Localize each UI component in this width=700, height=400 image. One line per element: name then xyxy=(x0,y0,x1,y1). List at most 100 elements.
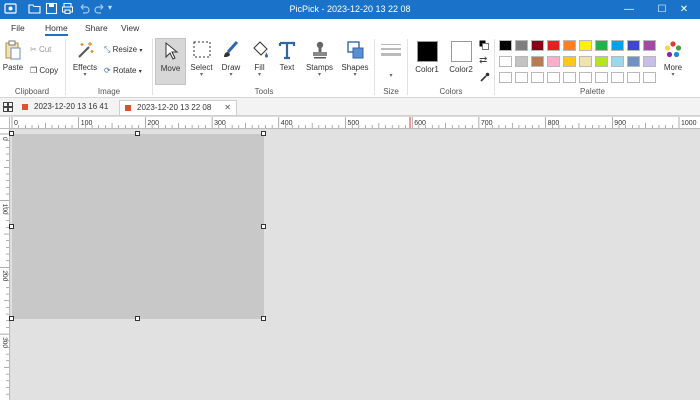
title-bar: ▾ PicPick - 2023-12-20 13 22 08 — ☐ ✕ xyxy=(0,0,700,19)
document-tab-title: 2023-12-20 13 16 41 xyxy=(34,102,109,111)
horizontal-ruler-ticks: 0 100 200 300 400 500 600 700 800 900 1000 xyxy=(11,117,697,128)
cursor-arrow-icon xyxy=(165,41,178,60)
paste-button[interactable]: Paste xyxy=(2,40,24,72)
ruler-label: 600 xyxy=(414,120,426,127)
palette-swatch[interactable] xyxy=(595,40,608,51)
document-tab[interactable]: 2023-12-20 13 16 41 xyxy=(17,100,119,115)
palette-swatch[interactable] xyxy=(547,40,560,51)
palette-swatch[interactable] xyxy=(643,40,656,51)
resize-icon: ⤡ xyxy=(104,45,111,54)
image-canvas[interactable] xyxy=(12,134,264,319)
tab-home[interactable]: Home xyxy=(45,23,68,36)
scissors-icon: ✂ xyxy=(30,45,37,54)
palette-swatch[interactable] xyxy=(563,40,576,51)
palette-swatch[interactable] xyxy=(499,40,512,51)
grid-view-icon[interactable] xyxy=(3,102,13,112)
palette-swatch[interactable] xyxy=(531,56,544,67)
palette-swatch[interactable] xyxy=(547,72,560,83)
ruler-label: 500 xyxy=(348,120,360,127)
resize-button[interactable]: ⤡ Resize ▾ xyxy=(104,45,142,55)
palette-swatch[interactable] xyxy=(611,56,624,67)
resize-handle[interactable] xyxy=(261,316,266,321)
palette-swatch[interactable] xyxy=(579,72,592,83)
palette-swatch[interactable] xyxy=(611,40,624,51)
ribbon: Paste ✂ Cut ❐ Copy Clipboard Effects ▾ ⤡… xyxy=(0,36,700,98)
chevron-down-icon: ▾ xyxy=(257,72,261,78)
palette-swatch[interactable] xyxy=(643,56,656,67)
draw-tool-button[interactable]: Draw ▾ xyxy=(217,40,245,78)
size-button[interactable]: ▾ xyxy=(378,42,404,79)
group-label-image: Image xyxy=(97,87,121,96)
resize-handle[interactable] xyxy=(135,131,140,136)
minimize-icon[interactable]: — xyxy=(613,0,645,19)
chevron-down-icon: ▾ xyxy=(317,72,321,78)
tab-share[interactable]: Share xyxy=(85,23,108,33)
tab-file[interactable]: File xyxy=(11,23,25,33)
shapes-icon xyxy=(347,41,364,59)
palette-swatch[interactable] xyxy=(547,56,560,67)
rotate-button[interactable]: ⟳ Rotate ▾ xyxy=(104,66,142,75)
ruler-label: 0 xyxy=(1,137,8,141)
palette-swatch[interactable] xyxy=(531,40,544,51)
palette-swatch[interactable] xyxy=(595,56,608,67)
resize-handle[interactable] xyxy=(9,223,14,229)
window-title: PicPick - 2023-12-20 13 22 08 xyxy=(289,4,411,14)
cut-button[interactable]: ✂ Cut xyxy=(30,45,51,54)
resize-handle[interactable] xyxy=(261,131,266,136)
tab-view[interactable]: View xyxy=(121,23,139,33)
palette-swatch[interactable] xyxy=(627,56,640,67)
ruler-label: 800 xyxy=(548,120,560,127)
palette-swatch[interactable] xyxy=(611,72,624,83)
more-colors-button[interactable]: More ▾ xyxy=(658,40,688,78)
document-tab-active[interactable]: 2023-12-20 13 22 08 ✕ xyxy=(119,100,237,115)
palette-swatch[interactable] xyxy=(595,72,608,83)
magic-wand-icon xyxy=(78,42,94,58)
palette-swatch[interactable] xyxy=(563,56,576,67)
close-icon[interactable]: ✕ xyxy=(668,0,700,19)
chevron-down-icon: ▾ xyxy=(199,72,203,78)
palette-swatch[interactable] xyxy=(579,40,592,51)
shapes-tool-button[interactable]: Shapes ▾ xyxy=(339,40,371,78)
palette-swatch[interactable] xyxy=(627,40,640,51)
color1-button[interactable]: Color1 xyxy=(412,41,442,74)
eyedropper-icon[interactable] xyxy=(479,72,490,83)
move-label: Move xyxy=(160,64,181,73)
effects-button[interactable]: Effects ▾ xyxy=(71,40,99,78)
select-tool-button[interactable]: Select ▾ xyxy=(187,40,216,78)
move-tool-button[interactable]: Move xyxy=(155,38,186,85)
resize-handle[interactable] xyxy=(9,131,14,136)
palette-swatch[interactable] xyxy=(515,40,528,51)
copy-icon: ❐ xyxy=(30,66,38,75)
stamps-tool-button[interactable]: Stamps ▾ xyxy=(303,40,336,78)
text-label: Text xyxy=(279,63,295,72)
palette-swatch[interactable] xyxy=(499,56,512,67)
copy-button[interactable]: ❐ Copy xyxy=(30,66,58,75)
chevron-down-icon: ▾ xyxy=(229,72,233,78)
palette-swatch[interactable] xyxy=(531,72,544,83)
palette-swatch[interactable] xyxy=(579,56,592,67)
close-tab-icon[interactable]: ✕ xyxy=(224,101,231,115)
palette-swatch[interactable] xyxy=(643,72,656,83)
default-colors-icon[interactable] xyxy=(479,40,489,50)
palette-swatch[interactable] xyxy=(627,72,640,83)
brush-icon xyxy=(224,40,239,57)
color2-swatch xyxy=(450,41,472,62)
chevron-down-icon: ▾ xyxy=(353,72,357,78)
palette-swatch[interactable] xyxy=(499,72,512,83)
ruler-label: 900 xyxy=(614,120,626,127)
color2-button[interactable]: Color2 xyxy=(446,41,476,74)
palette-swatch[interactable] xyxy=(515,56,528,67)
fill-tool-button[interactable]: Fill ▾ xyxy=(246,40,273,78)
palette-swatch[interactable] xyxy=(563,72,576,83)
chevron-down-icon: ▾ xyxy=(139,48,143,54)
resize-handle[interactable] xyxy=(261,223,266,229)
text-tool-button[interactable]: Text xyxy=(274,40,300,72)
ruler-label: 700 xyxy=(481,120,493,127)
swap-colors-icon[interactable]: ⇄ xyxy=(479,55,487,66)
vertical-ruler-ticks: 0 100 200 300 xyxy=(0,133,9,395)
group-label-colors: Colors xyxy=(439,87,463,96)
resize-handle[interactable] xyxy=(135,316,140,321)
resize-handle[interactable] xyxy=(9,316,14,321)
palette-swatch[interactable] xyxy=(515,72,528,83)
image-dot-icon xyxy=(125,104,131,111)
